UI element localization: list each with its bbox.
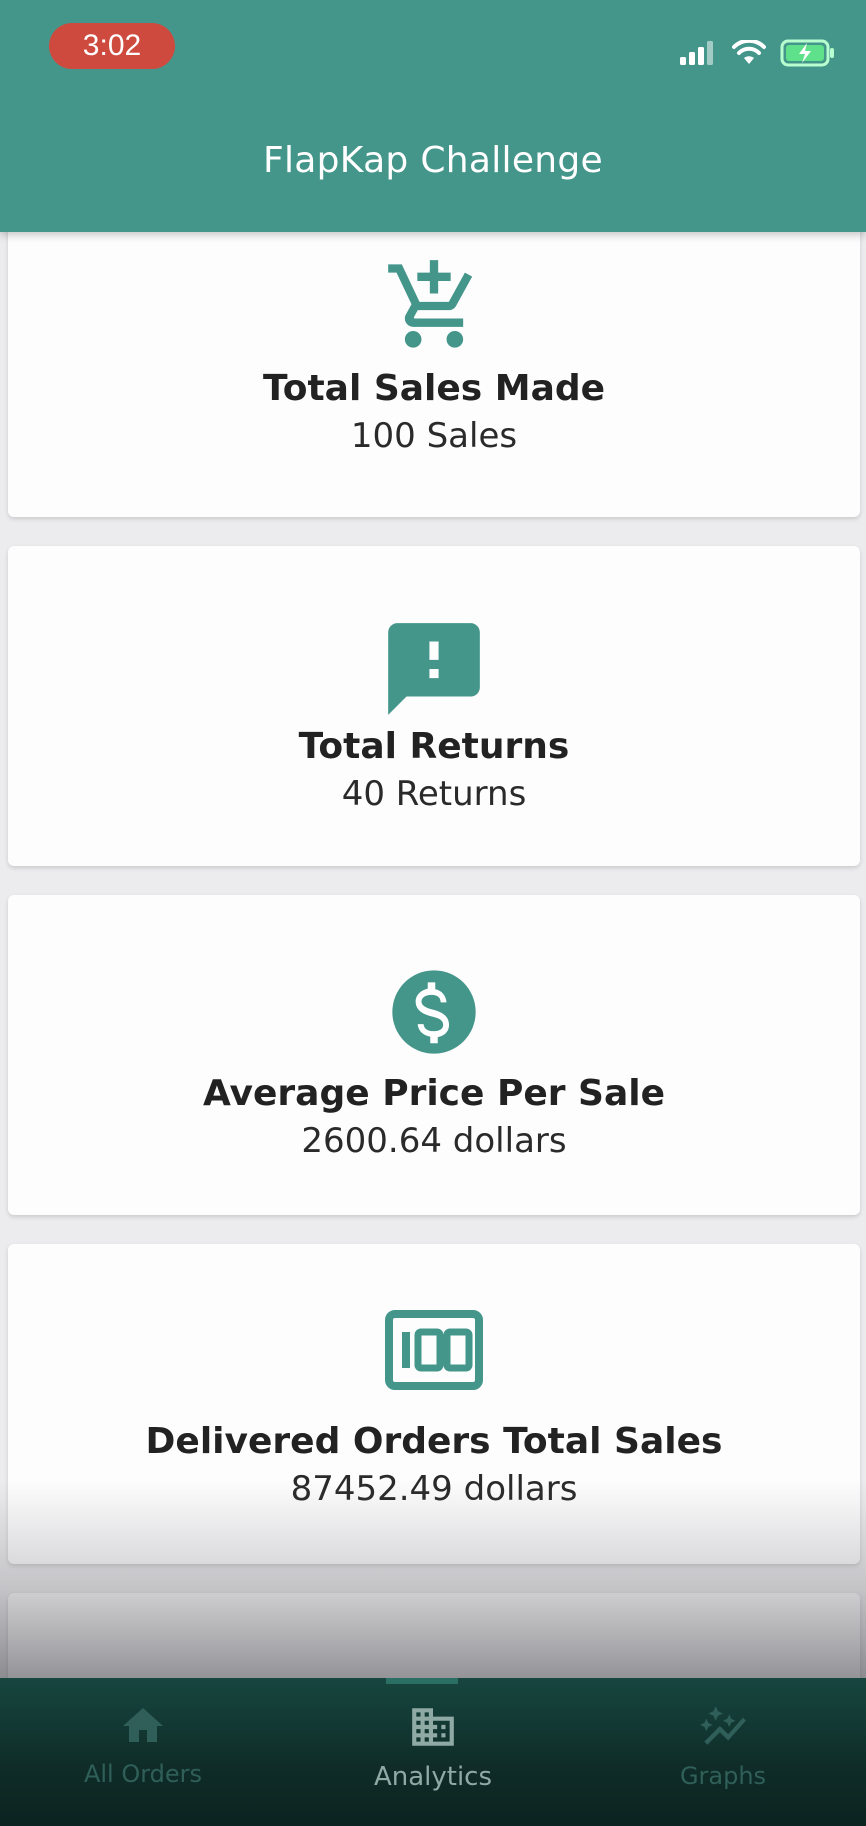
analytics-list[interactable]: Total Sales Made 100 Sales Total Returns… [0,232,866,1678]
nav-item-analytics[interactable]: Analytics [323,1702,543,1792]
nav-label: All Orders [83,1760,203,1788]
card-title: Average Price Per Sale [202,1073,666,1114]
screen: 3:02 FlapKap Challenge Total Sales Made … [0,0,866,1826]
card-value: 40 Returns [341,774,527,814]
card-title: Total Sales Made [262,368,606,409]
page-title: FlapKap Challenge [262,140,604,181]
nav-active-indicator [386,1678,458,1684]
nav-label: Graphs [679,1762,767,1790]
card-next-partial [8,1593,860,1678]
wifi-icon [732,40,766,64]
card-title: Total Returns [298,726,570,767]
home-icon [123,1708,163,1742]
nav-item-all-orders[interactable]: All Orders [33,1702,253,1788]
feedback-icon [8,614,860,724]
card-value: 87452.49 dollars [290,1469,578,1509]
business-icon [412,1708,454,1746]
hundred-icon [8,1310,860,1392]
nav-item-graphs[interactable]: Graphs [613,1702,833,1790]
status-icons [678,36,836,70]
bottom-navigation: All Orders Analytics Graphs [0,1678,866,1826]
add-shopping-cart-icon [8,256,860,356]
card-delivered-sales: Delivered Orders Total Sales 87452.49 do… [8,1244,860,1564]
signal-icon [680,41,713,65]
monetization-icon [8,962,860,1062]
nav-label: Analytics [373,1762,493,1792]
card-value: 2600.64 dollars [301,1121,567,1161]
card-average-price: Average Price Per Sale 2600.64 dollars [8,895,860,1215]
card-value: 100 Sales [350,416,518,456]
app-bar: 3:02 FlapKap Challenge [0,0,866,232]
status-time: 3:02 [49,23,175,69]
card-total-sales: Total Sales Made 100 Sales [8,232,860,517]
card-title: Delivered Orders Total Sales [145,1421,723,1462]
card-total-returns: Total Returns 40 Returns [8,546,860,866]
battery-charging-icon [780,39,834,67]
auto-graph-icon [700,1706,746,1745]
